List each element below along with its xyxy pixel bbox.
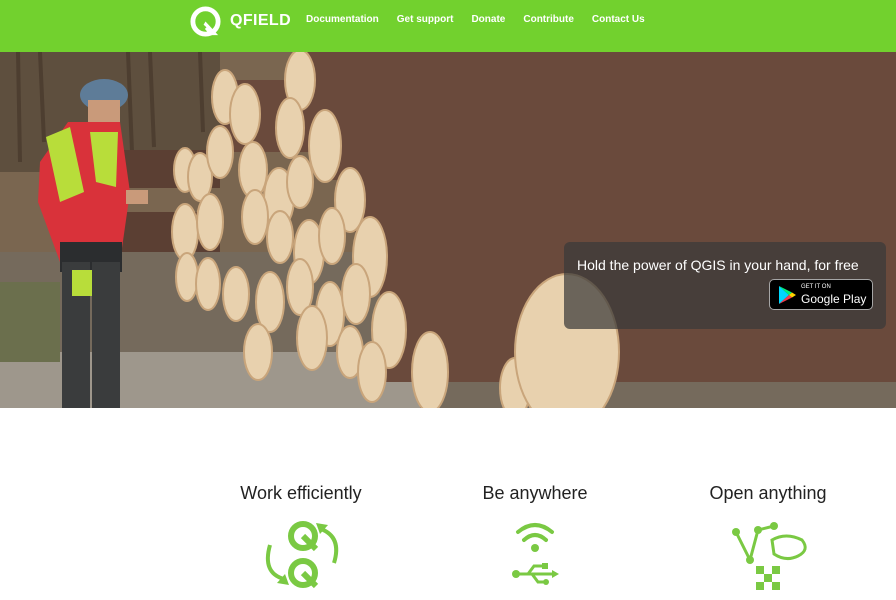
wifi-usb-icon — [512, 523, 559, 585]
nav-get-support[interactable]: Get support — [397, 14, 454, 25]
vector-raster-icon — [732, 522, 807, 590]
nav-donate[interactable]: Donate — [471, 14, 505, 25]
google-play-icon — [779, 286, 796, 304]
nav-contact-us[interactable]: Contact Us — [592, 14, 645, 25]
nav-contribute[interactable]: Contribute — [523, 14, 574, 25]
google-play-button[interactable]: GET IT ON Google Play — [769, 279, 873, 310]
store-badge-name: Google Play — [801, 292, 867, 306]
site-header: QFIELD Documentation Get support Donate … — [0, 0, 896, 52]
feature-title-be-anywhere: Be anywhere — [482, 483, 588, 503]
nav-documentation[interactable]: Documentation — [306, 14, 379, 25]
app-promo-box: Hold the power of QGIS in your hand, for… — [564, 242, 886, 329]
logo-text: QFIELD — [230, 12, 292, 29]
main-nav: Documentation Get support Donate Contrib… — [306, 14, 663, 25]
feature-title-work-efficiently: Work efficiently — [240, 483, 362, 503]
sync-icon — [265, 521, 339, 589]
logo[interactable]: QFIELD — [189, 4, 291, 38]
feature-title-open-anything: Open anything — [709, 483, 827, 503]
store-badge-small-text: GET IT ON — [801, 284, 831, 290]
promo-text: Hold the power of QGIS in your hand, for… — [577, 257, 859, 273]
qfield-logo-icon — [190, 5, 221, 37]
hero-photo — [0, 52, 896, 408]
hero-banner: Hold the power of QGIS in your hand, for… — [0, 52, 896, 408]
